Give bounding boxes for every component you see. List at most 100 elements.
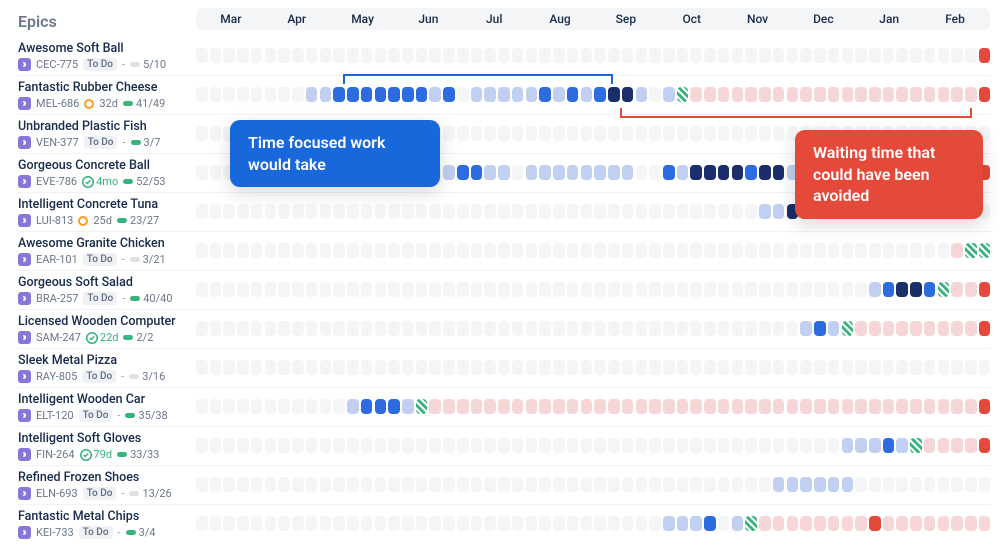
timeline-cell xyxy=(828,477,840,492)
epic-title[interactable]: Awesome Granite Chicken xyxy=(18,236,190,251)
epic-key[interactable]: MEL-686 xyxy=(36,97,79,110)
timeline-cell xyxy=(979,282,991,297)
timeline-cell xyxy=(539,399,551,414)
timeline-cell xyxy=(594,399,606,414)
epic-key[interactable]: VEN-377 xyxy=(36,136,79,149)
epic-key[interactable]: EAR-101 xyxy=(36,253,78,266)
timeline-cell xyxy=(951,360,963,375)
timeline-cell xyxy=(745,165,757,180)
timeline-cell xyxy=(594,282,606,297)
timeline-cell xyxy=(965,243,977,258)
timeline-cell xyxy=(526,87,538,102)
progress: 3/16 xyxy=(129,370,165,383)
timeline-cell xyxy=(388,87,400,102)
timeline-cell xyxy=(663,438,675,453)
status-text: 25d xyxy=(93,214,112,227)
timeline-cell xyxy=(278,204,290,219)
epic-key[interactable]: BRA-257 xyxy=(36,292,78,305)
epic-title[interactable]: Licensed Wooden Computer xyxy=(18,314,190,329)
epic-info: Gorgeous Soft SaladBRA-257To Do-40/40 xyxy=(18,275,196,305)
epic-title[interactable]: Gorgeous Soft Salad xyxy=(18,275,190,290)
epic-key[interactable]: EVE-786 xyxy=(36,175,77,188)
timeline-cell xyxy=(910,321,922,336)
timeline-cell xyxy=(526,282,538,297)
timeline-cell xyxy=(608,438,620,453)
epic-title[interactable]: Fantastic Rubber Cheese xyxy=(18,80,190,95)
timeline-cell xyxy=(402,87,414,102)
epic-title[interactable]: Intelligent Wooden Car xyxy=(18,392,190,407)
epic-title[interactable]: Awesome Soft Ball xyxy=(18,41,190,56)
timeline-cell xyxy=(457,282,469,297)
progress: 2/2 xyxy=(123,331,153,344)
timeline-cell xyxy=(265,321,277,336)
timeline-cell xyxy=(718,360,730,375)
timeline-cell xyxy=(896,321,908,336)
timeline-cell xyxy=(223,438,235,453)
epic-key[interactable]: FIN-264 xyxy=(36,448,75,461)
timeline-cell xyxy=(429,204,441,219)
timeline-cell xyxy=(732,282,744,297)
timeline-cell xyxy=(388,321,400,336)
epic-title[interactable]: Fantastic Metal Chips xyxy=(18,509,190,524)
progress: 41/49 xyxy=(123,97,165,110)
epic-row[interactable]: Licensed Wooden ComputerSAM-24722d2/2 xyxy=(18,309,990,348)
timeline-cell xyxy=(718,204,730,219)
timeline-cell xyxy=(347,360,359,375)
timeline-cell xyxy=(443,360,455,375)
epic-row[interactable]: Sleek Metal PizzaRAY-805To Do-3/16 xyxy=(18,348,990,387)
timeline-cell xyxy=(828,48,840,63)
timeline-cell xyxy=(979,321,991,336)
timeline-cell xyxy=(306,243,318,258)
epic-title[interactable]: Unbranded Plastic Fish xyxy=(18,119,190,134)
timeline-cell xyxy=(636,360,648,375)
timeline-cell xyxy=(429,48,441,63)
timeline-cell xyxy=(251,321,263,336)
timeline-cell xyxy=(842,399,854,414)
timeline-cell xyxy=(539,282,551,297)
timeline-cell xyxy=(457,516,469,531)
timeline-cell xyxy=(265,438,277,453)
timeline-cell xyxy=(677,48,689,63)
timeline-cell xyxy=(690,126,702,141)
epic-info: Intelligent Soft GlovesFIN-26479d33/33 xyxy=(18,431,196,461)
timeline-cell xyxy=(842,438,854,453)
timeline-cell xyxy=(402,360,414,375)
epic-key[interactable]: ELT-120 xyxy=(36,409,74,422)
epic-title[interactable]: Intelligent Soft Gloves xyxy=(18,431,190,446)
epic-title[interactable]: Gorgeous Concrete Ball xyxy=(18,158,190,173)
epic-row[interactable]: Refined Frozen ShoesELN-693To Do-13/26 xyxy=(18,465,990,504)
timeline-cell xyxy=(718,321,730,336)
timeline-cell xyxy=(526,438,538,453)
timeline-cell xyxy=(828,399,840,414)
epic-row[interactable]: Awesome Soft BallCEC-775To Do-5/10 xyxy=(18,37,990,75)
timeline-cell xyxy=(883,360,895,375)
progress: 3/4 xyxy=(126,526,156,539)
epic-row[interactable]: Gorgeous Soft SaladBRA-257To Do-40/40 xyxy=(18,270,990,309)
timeline-cell xyxy=(278,477,290,492)
epic-title[interactable]: Sleek Metal Pizza xyxy=(18,353,190,368)
epic-key[interactable]: ELN-693 xyxy=(36,487,78,500)
timeline-cell xyxy=(567,438,579,453)
epic-row[interactable]: Awesome Granite ChickenEAR-101To Do-3/21 xyxy=(18,231,990,270)
timeline-cell xyxy=(333,321,345,336)
timeline-cell xyxy=(718,48,730,63)
timeline-cell xyxy=(869,321,881,336)
timeline-cell xyxy=(677,165,689,180)
epic-title[interactable]: Intelligent Concrete Tuna xyxy=(18,197,190,212)
epic-key[interactable]: CEC-775 xyxy=(36,58,78,71)
timeline-cell xyxy=(320,282,332,297)
epic-row[interactable]: Intelligent Wooden CarELT-120To Do-35/38 xyxy=(18,387,990,426)
timeline-cell xyxy=(910,477,922,492)
epic-row[interactable]: Intelligent Soft GlovesFIN-26479d33/33 xyxy=(18,426,990,465)
epic-key[interactable]: RAY-805 xyxy=(36,370,77,383)
timeline-cell xyxy=(636,87,648,102)
month-label: Feb xyxy=(922,12,988,26)
epic-key[interactable]: LUI-813 xyxy=(36,214,73,227)
epic-key[interactable]: SAM-247 xyxy=(36,331,81,344)
timeline-cell xyxy=(265,282,277,297)
epic-key[interactable]: KEI-733 xyxy=(36,526,74,539)
epic-title[interactable]: Refined Frozen Shoes xyxy=(18,470,190,485)
epic-row[interactable]: Fantastic Metal ChipsKEI-733To Do-3/4 xyxy=(18,504,990,543)
timeline-cell xyxy=(910,243,922,258)
epic-info: Intelligent Wooden CarELT-120To Do-35/38 xyxy=(18,392,196,422)
